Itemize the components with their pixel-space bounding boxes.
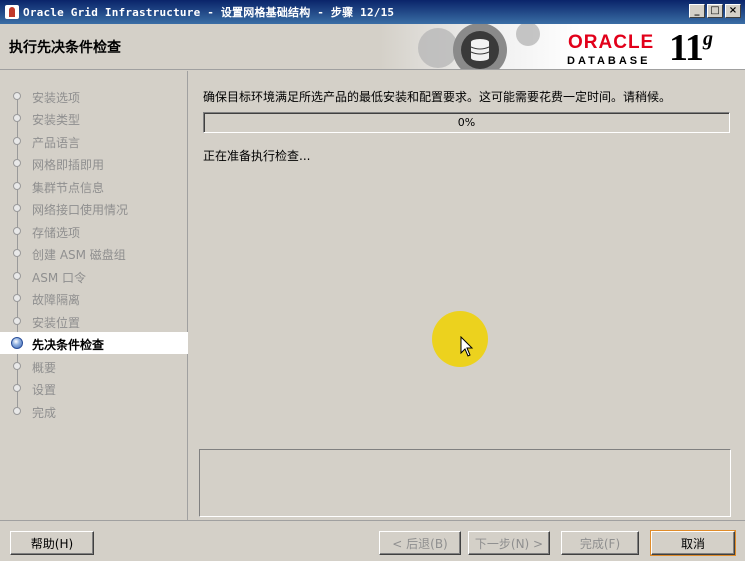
content-panel: 确保目标环境满足所选产品的最低安装和配置要求。这可能需要花费一定时间。请稍候。 …: [189, 71, 745, 520]
step-pending-icon: [13, 407, 21, 415]
database-label: DATABASE: [567, 55, 651, 67]
step-grid-plug-and-play: 网格即插即用: [0, 152, 188, 174]
page-title: 执行先决条件检查: [9, 40, 121, 56]
step-install-options: 安装选项: [0, 85, 188, 107]
step-create-asm-disk-group: 创建 ASM 磁盘组: [0, 242, 188, 264]
back-button[interactable]: < 后退(B): [379, 531, 461, 555]
step-asm-password: ASM 口令: [0, 265, 188, 287]
wizard-header: 执行先决条件检查 ORACLE DATABASE 11 g: [0, 24, 745, 70]
window-title: Oracle Grid Infrastructure - 设置网格基础结构 - …: [23, 6, 395, 19]
step-done-icon: [13, 317, 21, 325]
gear-database-icon: [418, 24, 540, 69]
next-button[interactable]: 下一步(N) >: [468, 531, 550, 555]
step-current-icon: [11, 337, 23, 349]
step-pending-icon: [13, 362, 21, 370]
cancel-button[interactable]: 取消: [651, 531, 735, 555]
maximize-button[interactable]: □: [707, 4, 723, 18]
version-suffix: g: [703, 28, 713, 50]
instruction-text: 确保目标环境满足所选产品的最低安装和配置要求。这可能需要花费一定时间。请稍候。: [203, 90, 672, 104]
wizard-footer: 帮助(H) < 后退(B) 下一步(N) > 完成(F) 取消: [0, 520, 745, 561]
step-prerequisite-checks: 先决条件检查: [0, 332, 188, 354]
step-done-icon: [13, 204, 21, 212]
step-install-location: 安装位置: [0, 310, 188, 332]
step-failure-isolation: 故障隔离: [0, 287, 188, 309]
step-done-icon: [13, 182, 21, 190]
step-done-icon: [13, 137, 21, 145]
step-done-icon: [13, 92, 21, 100]
finish-button[interactable]: 完成(F): [561, 531, 639, 555]
window-titlebar: Oracle Grid Infrastructure - 设置网格基础结构 - …: [0, 0, 745, 24]
step-install-type: 安装类型: [0, 107, 188, 129]
step-done-icon: [13, 159, 21, 167]
step-finish: 完成: [0, 400, 188, 422]
version-number: 11: [669, 27, 704, 69]
progress-percent: 0%: [457, 116, 476, 129]
step-done-icon: [13, 249, 21, 257]
progress-bar: 0%: [203, 112, 730, 133]
step-network-interface: 网络接口使用情况: [0, 197, 188, 219]
step-product-languages: 产品语言: [0, 130, 188, 152]
oracle-logo: ORACLE: [568, 32, 655, 53]
step-done-icon: [13, 272, 21, 280]
wizard-steps-sidebar: 安装选项 安装类型 产品语言 网格即插即用 集群节点信息 网络接口使用情况 存储…: [0, 71, 188, 520]
step-done-icon: [13, 227, 21, 235]
minimize-button[interactable]: _: [689, 4, 705, 18]
close-button[interactable]: ×: [725, 4, 741, 18]
step-summary: 概要: [0, 355, 188, 377]
step-setup: 设置: [0, 377, 188, 399]
status-text: 正在准备执行检查...: [203, 149, 311, 163]
mouse-pointer-icon: [460, 336, 474, 357]
java-app-icon: [5, 5, 19, 19]
details-panel: [199, 449, 731, 517]
step-pending-icon: [13, 384, 21, 392]
help-button[interactable]: 帮助(H): [10, 531, 94, 555]
step-cluster-node-info: 集群节点信息: [0, 175, 188, 197]
step-storage-options: 存储选项: [0, 220, 188, 242]
step-done-icon: [13, 114, 21, 122]
step-done-icon: [13, 294, 21, 302]
